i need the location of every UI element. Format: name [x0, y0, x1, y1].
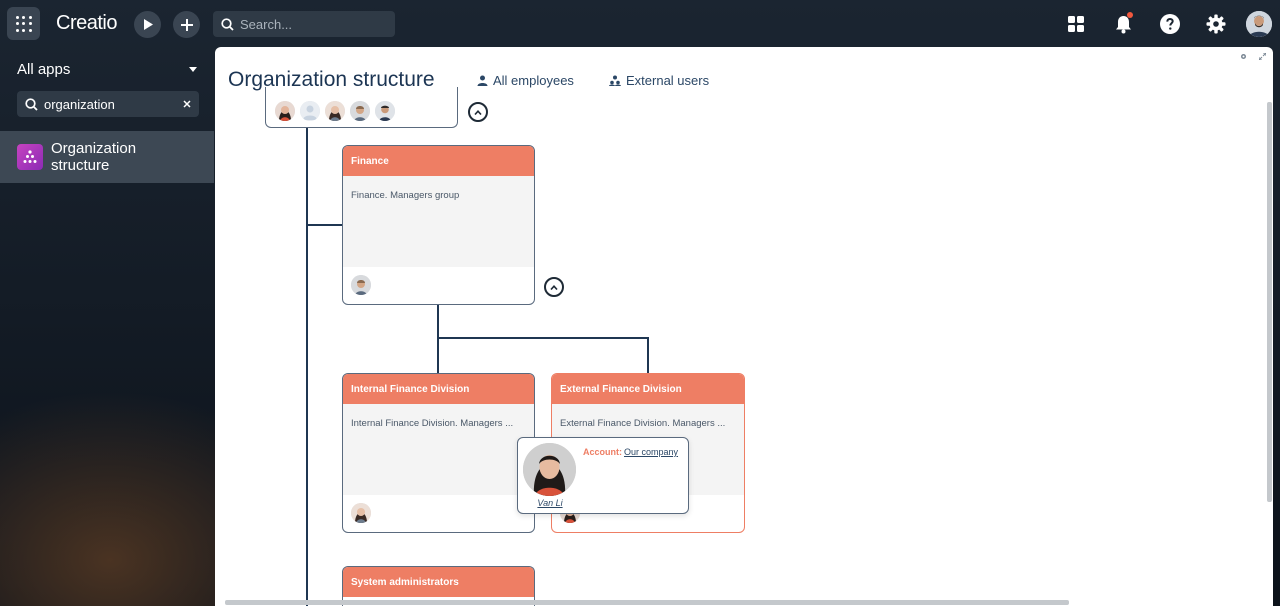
tree-line-root: [306, 128, 308, 606]
member-avatar[interactable]: [325, 101, 345, 121]
account-label: Account:: [583, 447, 622, 457]
create-button[interactable]: [173, 11, 200, 38]
member-avatar[interactable]: [351, 503, 371, 523]
all-employees-label: All employees: [493, 73, 574, 88]
all-employees-link[interactable]: All employees: [477, 73, 574, 88]
org-node-finance[interactable]: Finance Finance. Managers group: [342, 145, 535, 305]
node-title: External Finance Division: [552, 374, 744, 404]
main-panel: Organization structure All employees Ext…: [215, 47, 1273, 606]
global-search[interactable]: [213, 11, 395, 37]
external-users-label: External users: [626, 73, 710, 88]
chevron-down-icon: [189, 67, 197, 72]
sidebar-search[interactable]: organization: [17, 91, 199, 117]
account-field: Account: Our company: [583, 447, 678, 457]
member-avatar[interactable]: [350, 101, 370, 121]
settings-small-icon[interactable]: [1240, 53, 1247, 60]
widgets-button[interactable]: [1064, 12, 1088, 36]
node-description: Finance. Managers group: [343, 176, 534, 267]
search-input[interactable]: [240, 16, 380, 32]
creatio-logo: Creatio: [56, 12, 117, 34]
member-avatar[interactable]: [375, 101, 395, 121]
sidebar-search-input[interactable]: organization: [44, 97, 183, 112]
play-icon: [143, 19, 153, 30]
employee-popup[interactable]: Van Li Account: Our company: [517, 437, 689, 514]
search-icon: [25, 97, 38, 111]
plus-icon: [180, 18, 193, 31]
all-apps-label: All apps: [17, 61, 71, 78]
member-avatar[interactable]: [300, 101, 320, 121]
root-node[interactable]: [265, 87, 458, 128]
sidebar-item-organization-structure[interactable]: Organization structure: [0, 131, 214, 183]
node-description: Internal Finance Division. Managers ...: [343, 404, 534, 495]
user-avatar[interactable]: [1246, 11, 1272, 37]
grid-icon: [15, 15, 32, 32]
org-structure-icon: [17, 144, 43, 170]
node-title: System administrators: [343, 567, 534, 597]
expand-icon[interactable]: [1259, 53, 1266, 60]
search-icon: [221, 17, 234, 31]
notification-badge: [1127, 12, 1133, 18]
all-apps-dropdown[interactable]: All apps: [17, 61, 197, 78]
gear-icon: [1206, 14, 1226, 34]
external-users-link[interactable]: External users: [609, 73, 709, 88]
help-button[interactable]: [1158, 12, 1182, 36]
chevron-up-icon: [550, 284, 558, 290]
employee-name-link[interactable]: Van Li: [518, 498, 582, 508]
org-node-internal-finance[interactable]: Internal Finance Division Internal Finan…: [342, 373, 535, 533]
tree-line-horizontal: [437, 337, 649, 339]
help-icon: [1160, 14, 1180, 34]
person-icon: [477, 75, 488, 86]
vertical-scrollbar[interactable]: [1267, 102, 1272, 502]
collapse-finance-button[interactable]: [544, 277, 564, 297]
run-process-button[interactable]: [134, 11, 161, 38]
node-title: Finance: [343, 146, 534, 176]
node-title: Internal Finance Division: [343, 374, 534, 404]
member-avatar[interactable]: [351, 275, 371, 295]
horizontal-scrollbar[interactable]: [225, 600, 1069, 605]
close-icon[interactable]: [183, 100, 191, 108]
dashboard-icon: [1068, 16, 1084, 32]
chevron-up-icon: [474, 109, 482, 115]
notifications-button[interactable]: [1111, 12, 1135, 36]
employee-photo: [523, 443, 576, 496]
tree-line-finance: [306, 224, 343, 226]
settings-button[interactable]: [1204, 12, 1228, 36]
external-users-icon: [609, 75, 621, 86]
sidebar-item-label: Organization structure: [51, 140, 137, 174]
collapse-root-button[interactable]: [468, 102, 488, 122]
account-link[interactable]: Our company: [624, 447, 678, 457]
member-avatar[interactable]: [275, 101, 295, 121]
app-launcher-button[interactable]: [7, 7, 40, 40]
tree-line-external: [647, 337, 649, 373]
